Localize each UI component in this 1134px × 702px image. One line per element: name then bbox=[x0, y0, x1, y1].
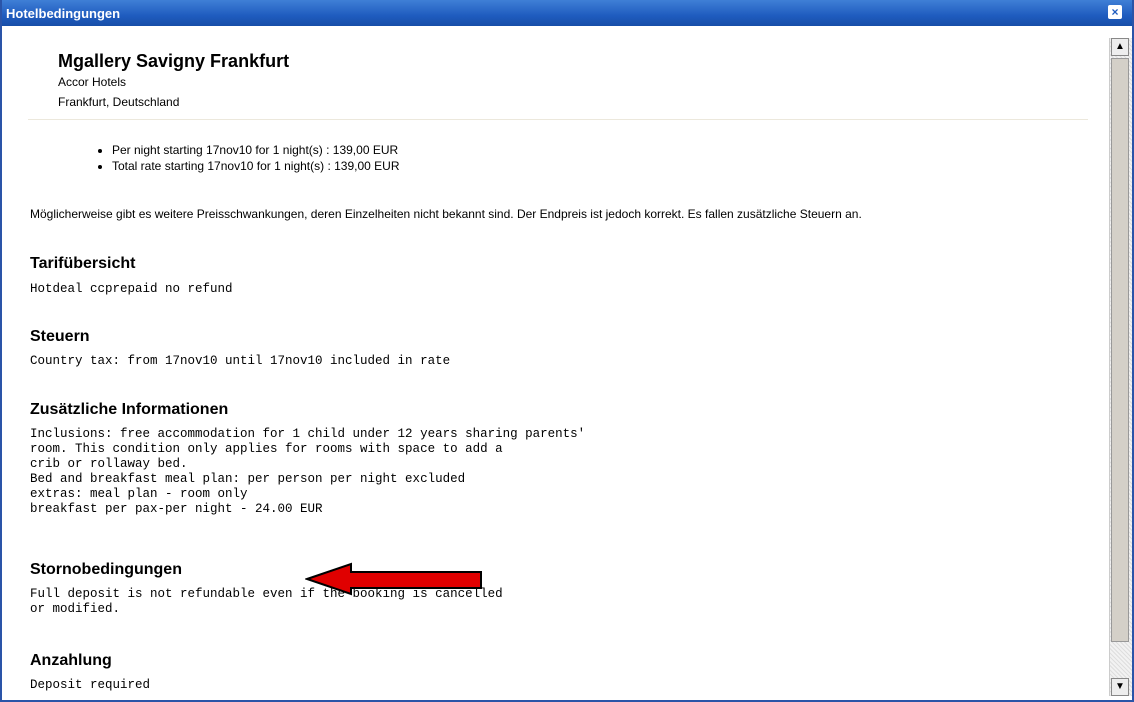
hotel-conditions-dialog: Hotelbedingungen × Mgallery Savigny Fran… bbox=[0, 0, 1134, 702]
section-body-zusatz: Inclusions: free accommodation for 1 chi… bbox=[30, 427, 586, 516]
dialog-content: Mgallery Savigny Frankfurt Accor Hotels … bbox=[10, 30, 1094, 698]
section-body-tarif: Hotdeal ccprepaid no refund bbox=[30, 282, 233, 296]
list-item: Total rate starting 17nov10 for 1 night(… bbox=[112, 158, 400, 174]
vertical-scrollbar[interactable]: ▲ ▼ bbox=[1109, 38, 1132, 696]
dialog-title: Hotelbedingungen bbox=[6, 6, 121, 21]
scroll-thumb[interactable] bbox=[1111, 58, 1129, 642]
rate-list: Per night starting 17nov10 for 1 night(s… bbox=[94, 142, 400, 174]
divider bbox=[28, 119, 1088, 120]
section-heading-storno: Stornobedingungen bbox=[30, 561, 182, 578]
section-heading-tarif: Tarifübersicht bbox=[30, 255, 136, 272]
section-heading-anzahlung: Anzahlung bbox=[30, 652, 112, 669]
close-icon[interactable]: × bbox=[1108, 5, 1122, 19]
scroll-up-icon[interactable]: ▲ bbox=[1111, 38, 1129, 56]
section-heading-zusatz: Zusätzliche Informationen bbox=[30, 401, 229, 418]
hotel-location: Frankfurt, Deutschland bbox=[58, 95, 180, 109]
section-body-anzahlung: Deposit required bbox=[30, 678, 151, 692]
hotel-name: Mgallery Savigny Frankfurt bbox=[58, 51, 290, 71]
dialog-titlebar[interactable]: Hotelbedingungen × bbox=[2, 0, 1132, 26]
section-body-steuern: Country tax: from 17nov10 until 17nov10 … bbox=[30, 354, 451, 368]
section-heading-steuern: Steuern bbox=[30, 328, 90, 345]
hotel-chain: Accor Hotels bbox=[58, 75, 127, 89]
price-note: Möglicherweise gibt es weitere Preisschw… bbox=[30, 207, 862, 221]
list-item: Per night starting 17nov10 for 1 night(s… bbox=[112, 142, 400, 158]
scroll-down-icon[interactable]: ▼ bbox=[1111, 678, 1129, 696]
red-arrow-annotation bbox=[305, 562, 482, 596]
